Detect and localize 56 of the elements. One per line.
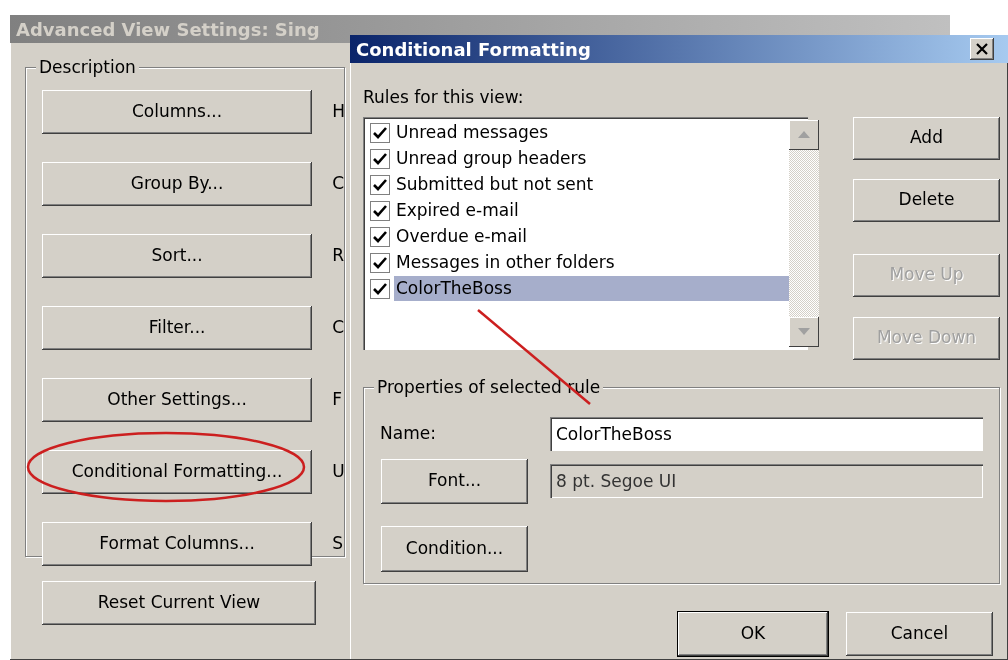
scrollbar[interactable] [789, 119, 819, 347]
rule-item[interactable]: Overdue e-mail [394, 224, 530, 249]
rule-checkbox[interactable] [370, 200, 390, 221]
up-arrow-icon [798, 131, 810, 138]
down-arrow-icon [798, 328, 810, 335]
close-button[interactable] [970, 38, 994, 60]
side-button[interactable]: Delete [853, 178, 1000, 222]
check-icon [373, 229, 387, 244]
rule-item[interactable]: ColorTheBoss [394, 276, 789, 301]
rule-item[interactable]: Submitted but not sent [394, 172, 596, 197]
rule-item[interactable]: Unread group headers [394, 146, 589, 171]
summary-text: F [332, 388, 343, 412]
check-icon [373, 255, 387, 270]
rule-item[interactable]: Expired e-mail [394, 198, 521, 223]
name-field[interactable]: ColorTheBoss [550, 416, 983, 451]
view-settings-button[interactable]: Conditional Formatting... [42, 450, 313, 494]
rule-item[interactable]: Unread messages [394, 120, 551, 145]
summary-text: C [332, 172, 344, 196]
rule-checkbox[interactable] [370, 252, 390, 273]
summary-text: R [332, 244, 344, 268]
cancel-button[interactable]: Cancel [846, 611, 993, 656]
check-icon [373, 281, 387, 296]
scroll-up-button[interactable] [789, 119, 819, 150]
font-button[interactable]: Font... [381, 458, 528, 504]
name-label: Name: [380, 421, 437, 445]
window-title: Advanced View Settings: Sing [16, 17, 320, 42]
rule-checkbox[interactable] [370, 226, 390, 247]
summary-text: C [332, 316, 344, 340]
condition-button[interactable]: Condition... [381, 525, 528, 572]
rule-item[interactable]: Messages in other folders [394, 250, 617, 275]
window-title: Conditional Formatting [356, 37, 591, 62]
check-icon [373, 151, 387, 166]
summary-text: U [332, 460, 344, 484]
group-label: Description [36, 56, 139, 78]
rule-checkbox[interactable] [370, 174, 390, 195]
view-settings-button[interactable]: Sort... [42, 234, 313, 278]
rule-checkbox[interactable] [370, 122, 390, 143]
summary-text: H [332, 100, 344, 124]
view-settings-button[interactable]: Columns... [42, 90, 313, 134]
ok-button[interactable]: OK [678, 611, 828, 656]
rule-checkbox[interactable] [370, 278, 390, 299]
rule-checkbox[interactable] [370, 148, 390, 169]
check-icon [373, 125, 387, 140]
view-settings-button[interactable]: Group By... [42, 162, 313, 206]
close-icon [976, 43, 988, 55]
view-settings-button[interactable]: Other Settings... [42, 378, 313, 422]
view-settings-button[interactable]: Format Columns... [42, 522, 313, 566]
check-icon [373, 177, 387, 192]
check-icon [373, 203, 387, 218]
rules-label: Rules for this view: [362, 86, 525, 109]
font-field[interactable]: 8 pt. Segoe UI [550, 464, 983, 498]
side-button[interactable]: Add [853, 116, 1000, 160]
view-settings-button[interactable]: Filter... [42, 306, 313, 350]
scroll-down-button[interactable] [789, 316, 819, 347]
reset-view-button[interactable]: Reset Current View [42, 581, 316, 625]
summary-text: S [332, 532, 344, 556]
